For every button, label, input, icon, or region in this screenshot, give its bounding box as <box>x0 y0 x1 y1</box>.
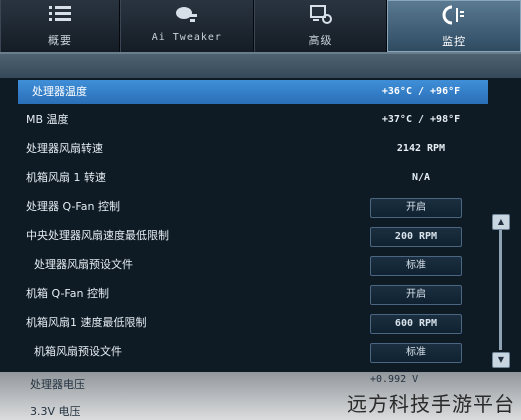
row-label: 处理器风扇转速 <box>26 142 103 155</box>
row-chassis-fan-min-speed[interactable]: 机箱风扇1 速度最低限制 600 RPM <box>18 311 488 335</box>
watermark-text: 远方科技手游平台 <box>347 392 515 416</box>
row-label: 机箱风扇 1 转速 <box>26 171 106 184</box>
monitor-icon <box>442 5 465 25</box>
row-cpu-fan-min-speed[interactable]: 中央处理器风扇速度最低限制 200 RPM <box>18 224 488 248</box>
advanced-icon <box>309 5 332 24</box>
row-chassis-fan-speed[interactable]: 机箱风扇 1 转速 N/A <box>18 166 488 190</box>
scroll-down-icon[interactable]: ▼ <box>492 352 510 368</box>
row-label: 中央处理器风扇速度最低限制 <box>26 229 169 242</box>
cpu-fan-min-speed-button[interactable]: 200 RPM <box>370 227 462 247</box>
tab-ai-tweaker-label: Ai Tweaker <box>151 32 222 43</box>
tab-monitor[interactable]: 监控 <box>387 0 521 52</box>
scroll-up-icon[interactable]: ▲ <box>492 214 510 230</box>
scrollbar[interactable]: ▲ ▼ <box>492 214 510 370</box>
list-icon <box>49 6 71 21</box>
tab-ai-tweaker[interactable]: Ai Tweaker <box>120 0 254 52</box>
row-label: 处理器风扇预设文件 <box>34 258 133 271</box>
cpu-qfan-toggle-button[interactable]: 开启 <box>370 198 462 218</box>
row-label: 处理器 Q-Fan 控制 <box>26 200 120 213</box>
row-value: +37°C / +98°F <box>381 114 461 125</box>
tab-overview[interactable]: 概要 <box>0 0 120 52</box>
row-chassis-fan-profile[interactable]: 机箱风扇预设文件 标准 <box>18 340 488 364</box>
chassis-fan-profile-button[interactable]: 标准 <box>370 343 462 363</box>
tab-advanced-label: 高级 <box>308 34 333 47</box>
row-value: +36°C / +96°F <box>381 86 461 97</box>
scroll-track[interactable] <box>499 230 502 350</box>
chassis-qfan-toggle-button[interactable]: 开启 <box>370 285 462 305</box>
cpu-fan-profile-button[interactable]: 标准 <box>370 256 462 276</box>
header-strip <box>0 54 521 78</box>
row-chassis-qfan-control[interactable]: 机箱 Q-Fan 控制 开启 <box>18 282 488 306</box>
row-cpu-fan-speed[interactable]: 处理器风扇转速 2142 RPM <box>18 137 488 161</box>
row-label: MB 温度 <box>26 113 69 126</box>
monitor-list: 处理器温度 +36°C / +96°F MB 温度 +37°C / +98°F … <box>18 80 488 420</box>
row-value: 2142 RPM <box>396 143 446 154</box>
row-label: 机箱风扇预设文件 <box>34 345 122 358</box>
row-value: N/A <box>411 172 431 183</box>
tweaker-icon <box>175 7 197 22</box>
row-label: 处理器温度 <box>32 85 87 98</box>
faded-row-label: 3.3V 电压 <box>30 405 81 418</box>
row-label: 机箱风扇1 速度最低限制 <box>26 316 147 329</box>
faded-row-value: +0.992 V <box>370 374 419 385</box>
row-cpu-temp[interactable]: 处理器温度 +36°C / +96°F <box>18 80 488 104</box>
row-cpu-qfan-control[interactable]: 处理器 Q-Fan 控制 开启 <box>18 195 488 219</box>
row-mb-temp[interactable]: MB 温度 +37°C / +98°F <box>18 108 488 132</box>
chassis-fan-min-speed-button[interactable]: 600 RPM <box>370 314 462 334</box>
row-label: 机箱 Q-Fan 控制 <box>26 287 109 300</box>
tab-monitor-label: 监控 <box>442 35 467 48</box>
top-tab-bar: 概要 Ai Tweaker 高级 监控 <box>0 0 521 54</box>
tab-advanced[interactable]: 高级 <box>253 0 388 52</box>
faded-row-label: 处理器电压 <box>30 378 85 391</box>
tab-overview-label: 概要 <box>48 34 72 47</box>
row-cpu-fan-profile[interactable]: 处理器风扇预设文件 标准 <box>18 253 488 277</box>
